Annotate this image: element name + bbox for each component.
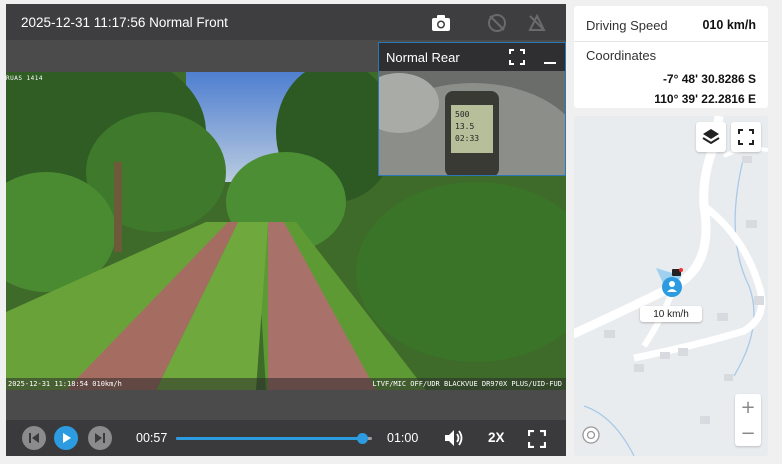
gps-readout-line: 500	[455, 110, 470, 119]
playback-speed-button[interactable]: 2X	[488, 430, 505, 445]
current-time: 00:57	[136, 431, 168, 445]
no-event-icon[interactable]	[486, 12, 508, 34]
layers-icon	[702, 129, 720, 145]
rear-camera-pip[interactable]: Normal Rear 500 13.5 02:33	[378, 42, 566, 176]
marker-speed-label: 10 km/h	[640, 306, 702, 322]
map-view[interactable]: 10 km/h + −	[574, 116, 768, 456]
driving-info-card: Driving Speed 010 km/h Coordinates -7° 4…	[574, 6, 768, 108]
fullscreen-icon[interactable]	[527, 429, 547, 453]
gps-device-readout: 500 13.5 02:33	[455, 109, 489, 145]
expand-icon[interactable]	[509, 49, 525, 68]
gps-readout-line: 13.5	[455, 122, 475, 131]
rear-header: Normal Rear	[379, 43, 565, 71]
previous-button[interactable]	[22, 426, 46, 450]
vehicle-marker-icon[interactable]	[648, 266, 688, 306]
video-player: 2025-12-31 11:17:56 Normal Front RUAS 14…	[6, 4, 566, 456]
progress-fill	[176, 437, 363, 440]
volume-icon[interactable]	[444, 429, 464, 452]
speed-label: Driving Speed	[586, 18, 668, 33]
camera-icon[interactable]	[430, 12, 452, 34]
zoom-out-button[interactable]: −	[735, 420, 761, 446]
no-mic-icon[interactable]	[526, 12, 548, 34]
map-logo-icon	[582, 426, 600, 449]
latitude-value: -7° 48' 30.8286 S	[662, 72, 756, 86]
overlay-device-info: LTVF/MIC OFF/UDR BLACKVUE DR970X PLUS/UI…	[372, 380, 562, 388]
progress-thumb[interactable]	[357, 433, 369, 444]
play-button[interactable]	[54, 426, 78, 450]
layers-button[interactable]	[696, 122, 726, 152]
gps-readout-line: 02:33	[455, 134, 480, 143]
minimize-icon[interactable]	[543, 49, 557, 68]
video-title: 2025-12-31 11:17:56 Normal Front	[21, 14, 228, 30]
overlay-timestamp: 2025-12-31 11:18:54 010km/h	[8, 380, 122, 388]
zoom-controls: + −	[735, 394, 761, 446]
coordinates-label: Coordinates	[586, 48, 657, 63]
next-button[interactable]	[88, 426, 112, 450]
zoom-in-button[interactable]: +	[735, 394, 761, 420]
speed-value: 010 km/h	[702, 18, 756, 32]
total-time: 01:00	[387, 431, 419, 445]
playback-controls: 00:57 01:00 2X	[6, 420, 566, 456]
speed-row: Driving Speed 010 km/h	[574, 6, 768, 42]
progress-bar[interactable]	[176, 433, 372, 444]
longitude-value: 110° 39' 22.2816 E	[654, 92, 756, 106]
overlay-top-text: RUAS 1414	[6, 75, 44, 82]
rear-title: Normal Rear	[386, 49, 460, 65]
map-fullscreen-button[interactable]	[731, 122, 761, 152]
video-header: 2025-12-31 11:17:56 Normal Front	[6, 4, 566, 40]
map-fullscreen-icon	[738, 129, 754, 145]
